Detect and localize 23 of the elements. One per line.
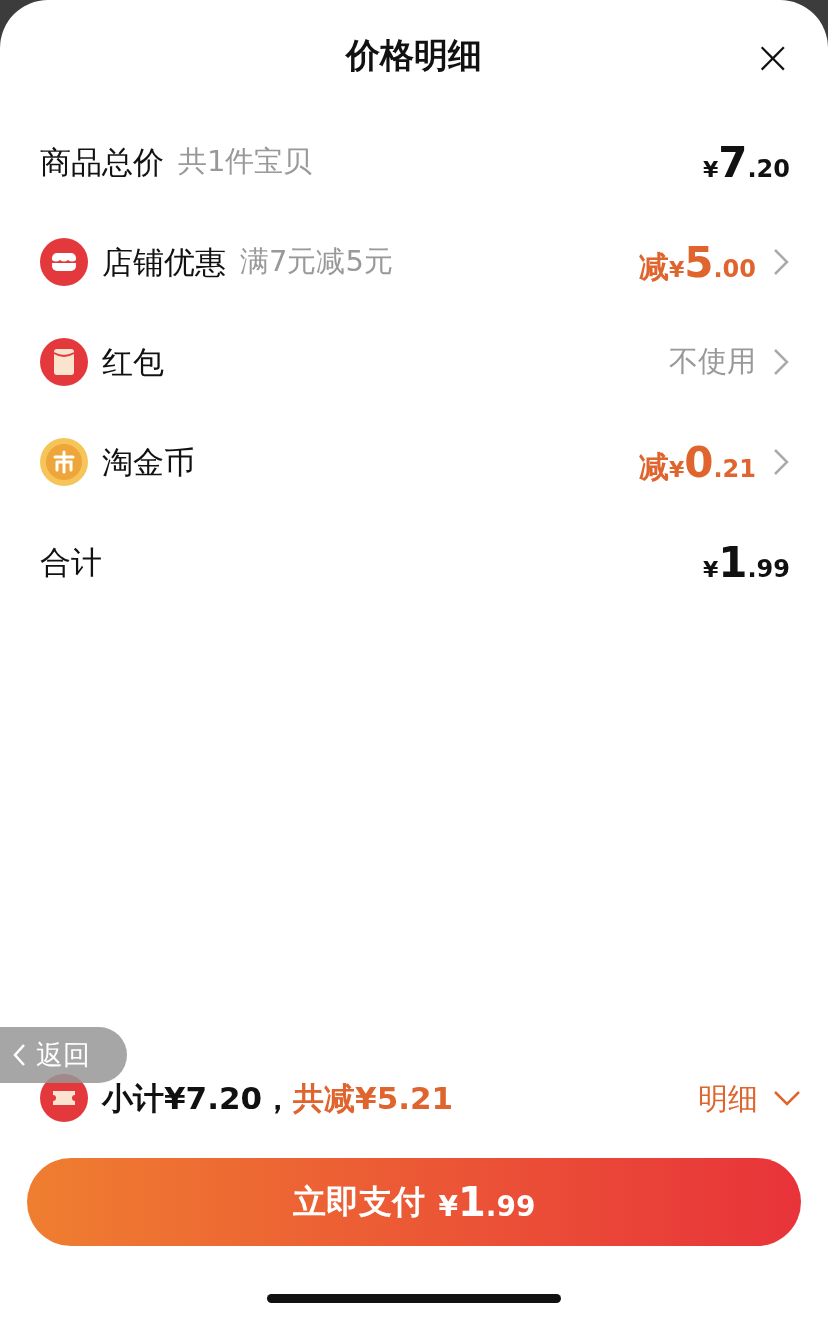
chevron-left-icon [12, 1043, 26, 1067]
row-note: 满7元减5元 [240, 243, 393, 281]
price: ¥1.99 [702, 536, 790, 589]
price: ¥7.20 [702, 136, 790, 189]
close-button[interactable]: × [753, 34, 792, 80]
saving-text: 共减¥5.21 [293, 1078, 454, 1118]
row-label: 商品总价 [40, 142, 164, 182]
home-indicator[interactable] [267, 1294, 561, 1303]
sheet-title: 价格明细 [346, 34, 482, 77]
pay-button[interactable]: 立即支付 ¥1.99 [27, 1158, 801, 1246]
row-label: 合计 [40, 542, 102, 582]
back-button[interactable]: 返回 [0, 1027, 127, 1083]
row-note: 共1件宝贝 [178, 143, 313, 181]
discount-amount: 减¥0.21 [638, 436, 756, 489]
coin-icon [40, 438, 88, 486]
envelope-icon [40, 338, 88, 386]
row-label: 淘金币 [102, 442, 195, 482]
option-value[interactable]: 不使用 [669, 340, 756, 384]
row-label: 店铺优惠 [102, 242, 226, 282]
details-toggle[interactable]: 明细 [698, 1075, 802, 1121]
discount-amount: 减¥5.00 [638, 236, 756, 289]
row-label: 红包 [102, 342, 164, 382]
shop-icon [40, 238, 88, 286]
